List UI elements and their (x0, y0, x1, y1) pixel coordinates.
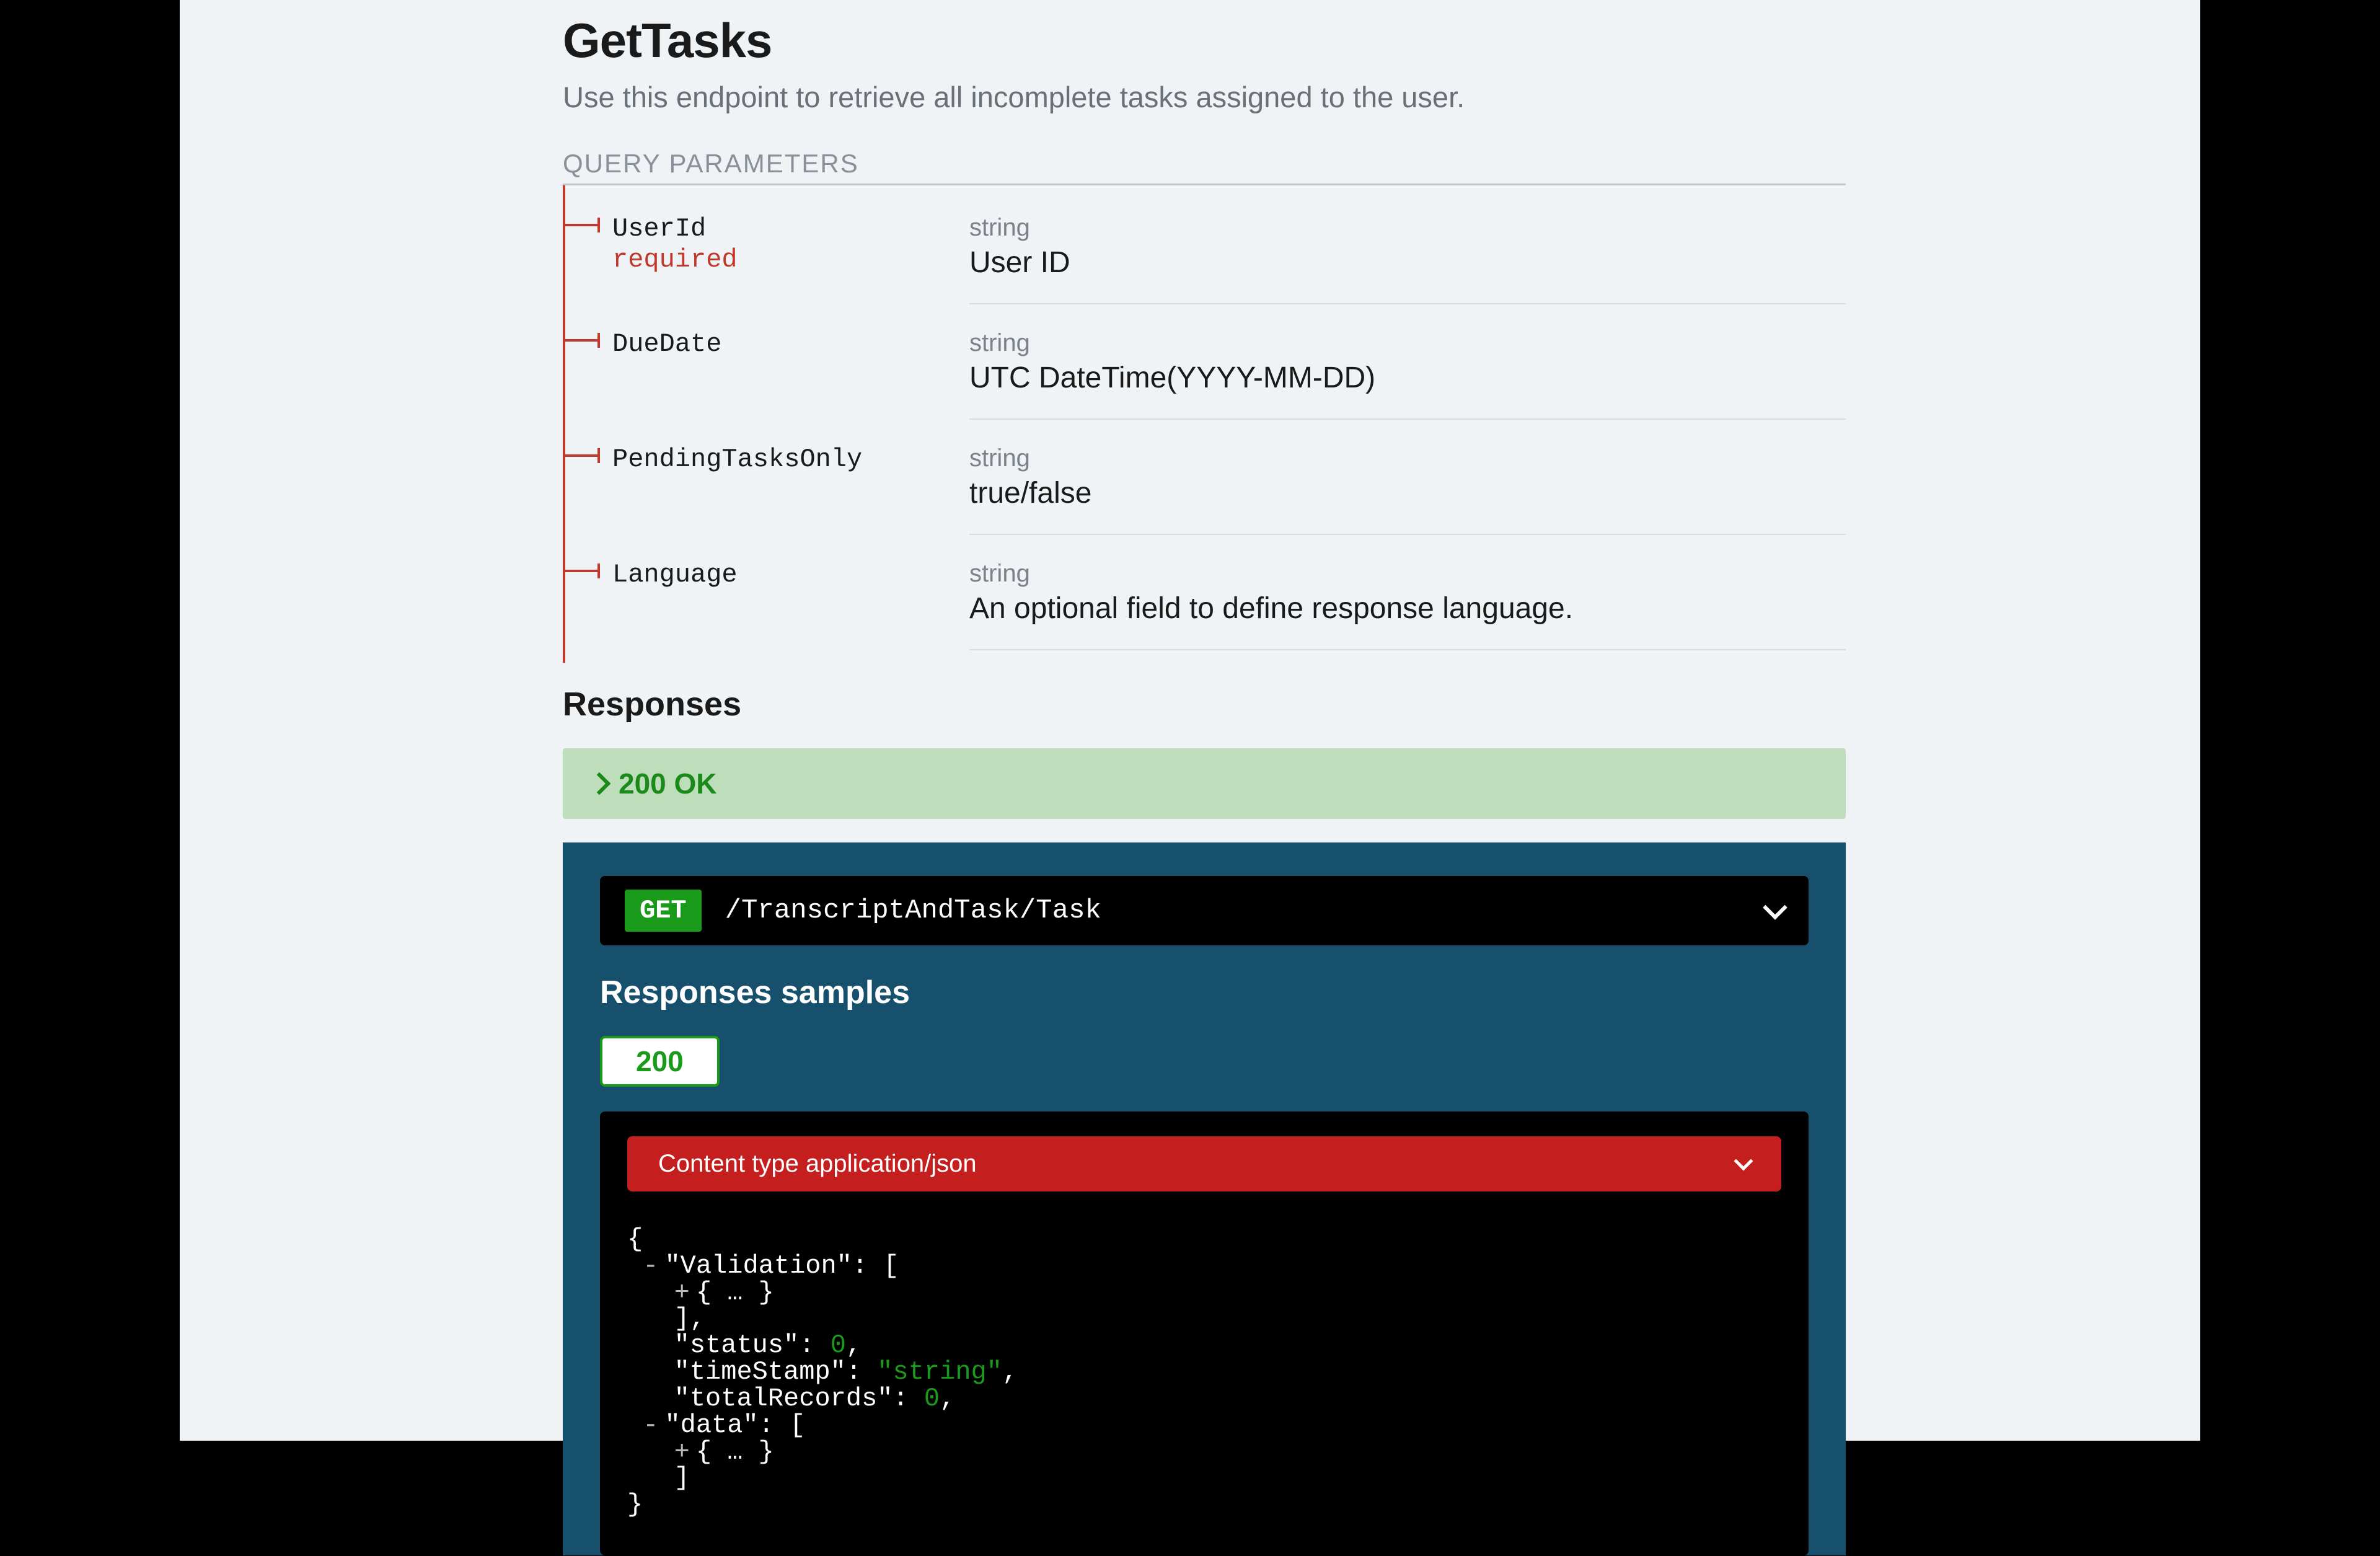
param-row: DueDate string UTC DateTime(YYYY-MM-DD) (563, 304, 1846, 420)
param-name: UserId (612, 214, 969, 244)
param-type: string (969, 329, 1846, 357)
json-number: 0 (924, 1384, 940, 1413)
json-number: 0 (831, 1330, 846, 1360)
param-detail-col: string true/false (969, 444, 1846, 535)
param-type: string (969, 444, 1846, 472)
code-panel: Content type application/json { -"Valida… (600, 1112, 1809, 1555)
query-params-list: UserId required string User ID DueDate s… (563, 185, 1846, 650)
json-collapsed[interactable]: { … } (696, 1278, 774, 1307)
param-name: DueDate (612, 329, 969, 359)
tab-200[interactable]: 200 (600, 1036, 720, 1087)
param-desc: User ID (969, 245, 1846, 280)
param-detail-col: string An optional field to define respo… (969, 560, 1846, 650)
response-200-label: 200 OK (619, 767, 717, 800)
param-name: PendingTasksOnly (612, 444, 969, 474)
content-type-label: Content type application/json (658, 1150, 1737, 1178)
page-title: GetTasks (563, 12, 1846, 69)
chevron-right-icon (588, 772, 611, 795)
response-200-row[interactable]: 200 OK (563, 748, 1846, 819)
param-detail-col: string User ID (969, 214, 1846, 304)
content-type-dropdown[interactable]: Content type application/json (627, 1136, 1781, 1191)
param-tree-tick (563, 570, 597, 572)
endpoint-path: /TranscriptAndTask/Task (725, 895, 1743, 926)
json-string: "string" (877, 1357, 1002, 1387)
param-name-col: PendingTasksOnly (563, 444, 969, 474)
chevron-down-icon (1734, 1151, 1753, 1170)
param-row: UserId required string User ID (563, 185, 1846, 304)
json-collapsed[interactable]: { … } (696, 1437, 774, 1467)
param-detail-col: string UTC DateTime(YYYY-MM-DD) (969, 329, 1846, 420)
param-name-col: UserId required (563, 214, 969, 275)
param-desc: UTC DateTime(YYYY-MM-DD) (969, 361, 1846, 395)
param-required-label: required (612, 245, 969, 275)
doc-page: GetTasks Use this endpoint to retrieve a… (180, 0, 2200, 1441)
param-desc: true/false (969, 476, 1846, 510)
param-tree-tick (563, 224, 597, 226)
json-sample: { -"Validation": [ +{ … } ], "status": 0… (627, 1226, 1781, 1518)
content-column: GetTasks Use this endpoint to retrieve a… (563, 12, 1846, 1555)
json-key: "timeStamp" (674, 1357, 846, 1387)
param-name-col: Language (563, 560, 969, 590)
query-params-label: QUERY PARAMETERS (563, 149, 1846, 185)
json-key: "Validation" (664, 1251, 852, 1281)
page-description: Use this endpoint to retrieve all incomp… (563, 80, 1846, 114)
param-tree-tick (563, 454, 597, 457)
param-desc: An optional field to define response lan… (969, 591, 1846, 625)
samples-title: Responses samples (600, 974, 1809, 1011)
param-type: string (969, 214, 1846, 242)
param-tree-tick (563, 339, 597, 342)
param-type: string (969, 560, 1846, 588)
param-row: PendingTasksOnly string true/false (563, 420, 1846, 535)
http-method-badge: GET (625, 890, 702, 932)
param-name-col: DueDate (563, 329, 969, 359)
json-key: "totalRecords" (674, 1384, 893, 1413)
endpoint-bar[interactable]: GET /TranscriptAndTask/Task (600, 876, 1809, 945)
samples-panel: GET /TranscriptAndTask/Task Responses sa… (563, 842, 1846, 1555)
param-name: Language (612, 560, 969, 590)
responses-heading: Responses (563, 685, 1846, 723)
param-row: Language string An optional field to def… (563, 535, 1846, 650)
json-key: "status" (674, 1330, 800, 1360)
json-key: "data" (664, 1410, 758, 1440)
chevron-down-icon (1763, 895, 1787, 920)
